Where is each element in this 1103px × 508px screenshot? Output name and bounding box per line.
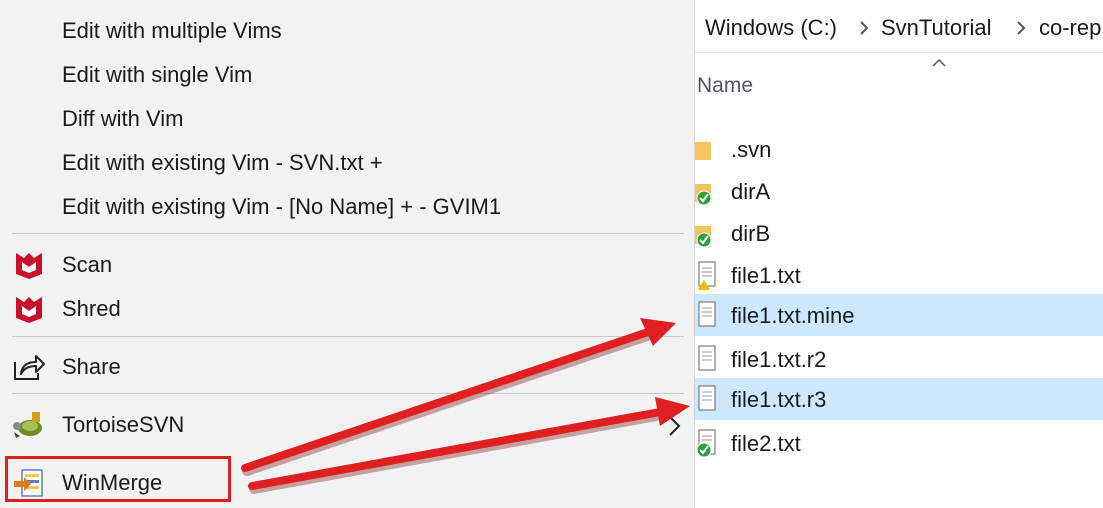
text-file-icon <box>698 301 716 327</box>
folder-icon <box>695 184 712 206</box>
menu-item-label: Edit with existing Vim - SVN.txt + <box>62 150 383 175</box>
chevron-right-icon[interactable] <box>1016 20 1026 36</box>
file-name: .svn <box>731 137 772 162</box>
menu-separator <box>12 336 684 337</box>
text-file-icon <box>698 261 716 290</box>
file-row-selected[interactable]: file1.txt.mine <box>695 294 1103 336</box>
menu-item-scan[interactable]: Scan <box>0 243 694 287</box>
file-row-selected[interactable]: file1.txt.r3 <box>695 378 1103 420</box>
menu-item-label: Edit with multiple Vims <box>62 18 282 43</box>
menu-item-shred[interactable]: Shred <box>0 287 694 331</box>
mcafee-icon <box>16 297 42 323</box>
context-menu: Edit with multiple Vims Edit with single… <box>0 0 695 508</box>
file-row[interactable]: file2.txt <box>695 422 1103 464</box>
menu-item-share[interactable]: Share <box>0 345 694 389</box>
text-file-icon <box>698 385 716 411</box>
menu-separator <box>12 393 684 394</box>
chevron-right-icon <box>669 416 681 436</box>
menu-item-edit-multiple-vims[interactable]: Edit with multiple Vims <box>0 9 694 53</box>
menu-item-tortoisesvn[interactable]: TortoiseSVN <box>0 403 694 447</box>
text-file-icon <box>698 345 716 371</box>
file-name: dirA <box>731 179 771 204</box>
tortoisesvn-icon <box>13 412 42 438</box>
file-name: file2.txt <box>731 431 801 456</box>
menu-item-label: Edit with single Vim <box>62 62 253 87</box>
mcafee-icon <box>16 253 42 279</box>
file-row[interactable]: dirA <box>695 170 1103 212</box>
share-icon <box>14 355 45 380</box>
menu-item-diff-with-vim[interactable]: Diff with Vim <box>0 97 694 141</box>
file-row[interactable]: dirB <box>695 212 1103 254</box>
text-file-icon <box>696 429 716 458</box>
menu-item-edit-existing-vim-svn[interactable]: Edit with existing Vim - SVN.txt + <box>0 141 694 185</box>
file-name: dirB <box>731 221 771 246</box>
menu-item-label: Edit with existing Vim - [No Name] + - G… <box>62 194 502 219</box>
clipped-menu-item <box>62 0 322 2</box>
menu-item-label: Shred <box>62 296 121 321</box>
breadcrumb-item[interactable]: SvnTutorial <box>881 0 991 56</box>
column-header-name[interactable]: Name <box>697 74 753 98</box>
menu-item-label: Share <box>62 354 121 379</box>
file-name: file1.txt.r2 <box>731 347 827 372</box>
file-row[interactable]: file1.txt.r2 <box>695 338 1103 380</box>
file-name: file1.txt <box>731 263 801 288</box>
chevron-right-icon[interactable] <box>859 20 869 36</box>
menu-separator <box>12 233 684 234</box>
breadcrumb: Windows (C:) SvnTutorial co-rep <box>695 0 1103 53</box>
breadcrumb-item[interactable]: Windows (C:) <box>705 0 837 56</box>
file-row[interactable]: .svn <box>695 128 1103 170</box>
menu-item-edit-single-vim[interactable]: Edit with single Vim <box>0 53 694 97</box>
folder-icon <box>695 226 712 248</box>
sort-ascending-icon <box>932 58 946 67</box>
file-name: file1.txt.r3 <box>731 387 827 412</box>
file-explorer: Windows (C:) SvnTutorial co-rep Name .sv… <box>695 0 1103 508</box>
file-row[interactable]: file1.txt <box>695 254 1103 296</box>
menu-item-edit-existing-vim-noname[interactable]: Edit with existing Vim - [No Name] + - G… <box>0 185 694 229</box>
menu-item-label: Diff with Vim <box>62 106 184 131</box>
menu-item-label: TortoiseSVN <box>62 412 185 437</box>
file-name: file1.txt.mine <box>731 303 855 328</box>
folder-icon <box>695 142 711 160</box>
winmerge-highlight-annotation <box>5 456 231 502</box>
menu-item-label: Scan <box>62 252 113 277</box>
breadcrumb-item[interactable]: co-rep <box>1039 0 1101 56</box>
